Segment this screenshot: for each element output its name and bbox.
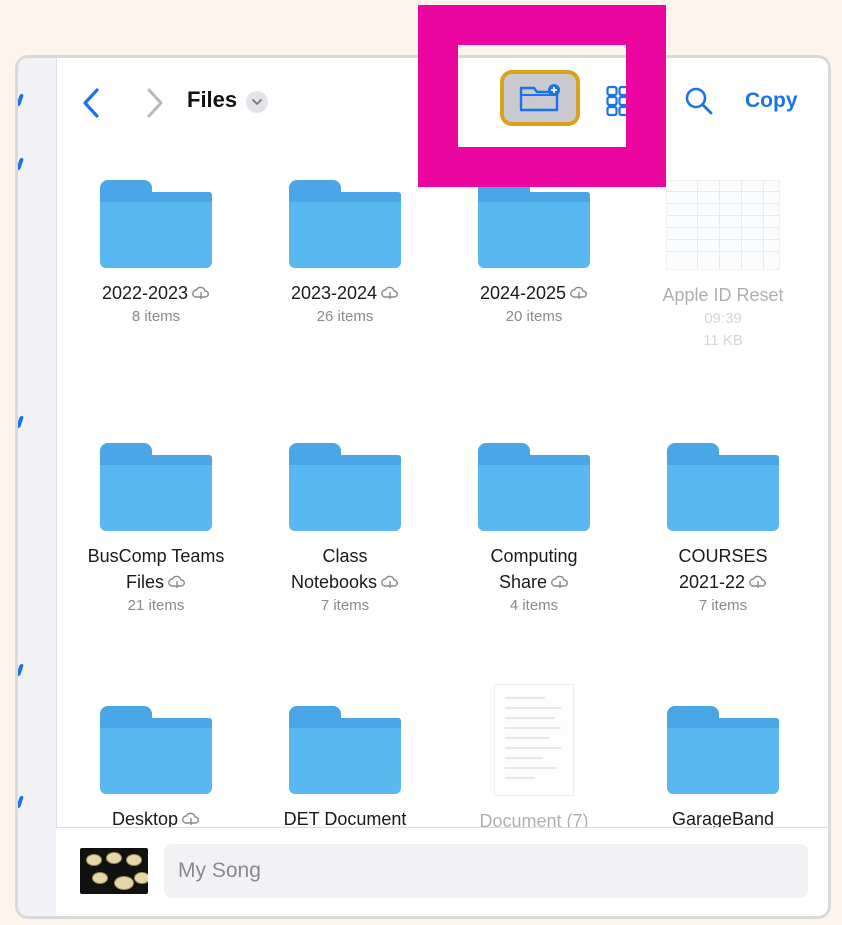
sidebar-marker (18, 416, 24, 428)
folder-icon (478, 443, 590, 531)
item-time: 09:39 (704, 310, 742, 327)
sidebar-marker (18, 796, 24, 808)
folder-item[interactable]: Class Notebooks 7 items (255, 443, 435, 617)
folder-icon (100, 443, 212, 531)
file-item: Document (7) (444, 684, 624, 834)
item-name: 2023-2024 (290, 283, 378, 303)
folder-item[interactable]: DET Document (255, 706, 435, 832)
item-count: 21 items (127, 597, 185, 614)
item-count: 4 items (509, 597, 559, 614)
item-name: Apple ID Reset (662, 285, 784, 305)
folder-icon (667, 443, 779, 531)
toolbar: Files Copy (56, 58, 828, 148)
cloud-download-icon (168, 575, 185, 588)
folder-icon (478, 180, 590, 268)
item-size: 11 KB (703, 332, 743, 349)
copy-button[interactable]: Copy (745, 89, 798, 113)
item-name-line: Notebooks (290, 572, 378, 592)
cloud-download-icon (570, 286, 587, 299)
item-name-line: Computing (490, 546, 578, 566)
item-name: 2022-2023 (101, 283, 189, 303)
folder-icon (289, 180, 401, 268)
title-dropdown-button[interactable] (246, 91, 268, 113)
song-name-field[interactable]: My Song (164, 844, 808, 898)
item-name-line: Class (322, 546, 368, 566)
spreadsheet-icon (666, 180, 780, 270)
item-count: 20 items (505, 308, 563, 325)
page-title: Files (187, 87, 238, 112)
item-count: 26 items (316, 308, 374, 325)
folder-item[interactable]: 2023-2024 26 items (255, 180, 435, 328)
item-count: 8 items (131, 308, 181, 325)
grid-view-icon[interactable] (606, 85, 630, 117)
item-count: 7 items (320, 597, 370, 614)
cloud-download-icon (381, 286, 398, 299)
item-name-line: 2021-22 (678, 572, 746, 592)
cloud-download-icon (749, 575, 766, 588)
search-icon[interactable] (684, 86, 714, 116)
sidebar-strip[interactable] (18, 58, 57, 916)
files-window: Files Copy 2022-2023 8 items 2023-2024 2… (18, 58, 828, 916)
folder-item[interactable]: 2022-2023 8 items (66, 180, 246, 328)
new-folder-icon (519, 84, 560, 112)
save-bar: My Song (56, 827, 828, 916)
folder-item[interactable]: 2024-2025 20 items (444, 180, 624, 328)
folder-icon (100, 180, 212, 268)
item-count: 7 items (698, 597, 748, 614)
cloud-download-icon (182, 812, 199, 825)
item-name: 2024-2025 (479, 283, 567, 303)
item-name-line: Share (498, 572, 548, 592)
chevron-down-icon (252, 99, 262, 105)
document-icon (494, 684, 574, 796)
chevron-left-icon[interactable] (80, 86, 102, 120)
sidebar-marker (18, 94, 24, 106)
song-thumbnail (80, 848, 148, 894)
item-name-line: BusComp Teams (87, 546, 225, 566)
chevron-right-icon[interactable] (144, 86, 166, 120)
sidebar-marker (18, 158, 24, 170)
cloud-download-icon (192, 286, 209, 299)
folder-item[interactable]: Computing Share 4 items (444, 443, 624, 617)
new-folder-button[interactable] (500, 70, 580, 126)
folder-item[interactable]: GarageBand (633, 706, 813, 832)
cloud-download-icon (551, 575, 568, 588)
folder-icon (289, 443, 401, 531)
folder-icon (289, 706, 401, 794)
cloud-download-icon (381, 575, 398, 588)
folder-icon (667, 706, 779, 794)
item-name-line: Files (125, 572, 164, 592)
folder-item[interactable]: Desktop (66, 706, 246, 832)
item-name-line: COURSES (678, 546, 768, 566)
sidebar-marker (18, 664, 24, 676)
folder-item[interactable]: COURSES 2021-22 7 items (633, 443, 813, 617)
folder-icon (100, 706, 212, 794)
file-item: Apple ID Reset 09:39 11 KB (633, 180, 813, 352)
item-name: Desktop (111, 809, 179, 829)
folder-item[interactable]: BusComp Teams Files 21 items (66, 443, 246, 617)
